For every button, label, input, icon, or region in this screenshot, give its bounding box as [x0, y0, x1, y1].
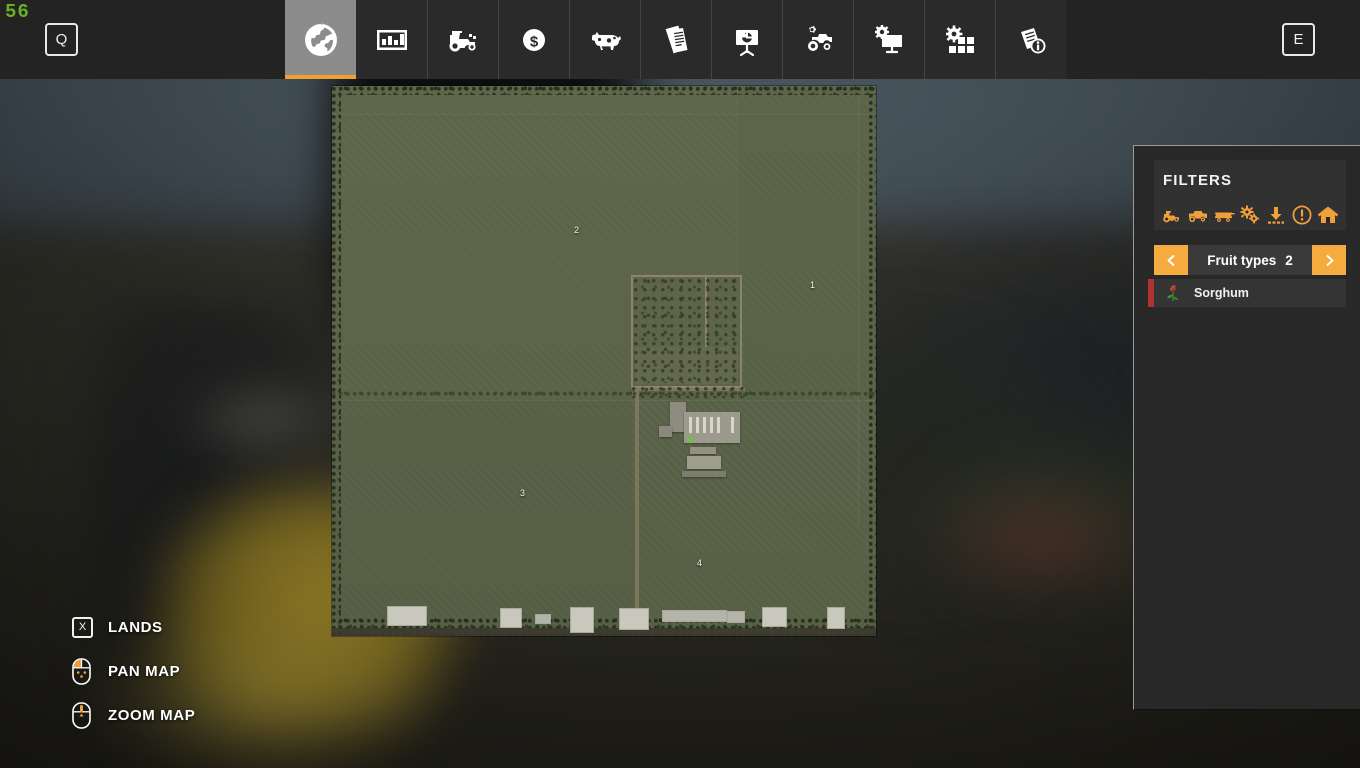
key-x[interactable]: X — [72, 616, 93, 638]
document-info-icon — [1012, 21, 1050, 59]
tab-general-settings[interactable] — [924, 0, 995, 79]
tab-production[interactable] — [711, 0, 782, 79]
map-shop-building — [570, 607, 594, 633]
documents-icon — [657, 21, 695, 59]
map-road-vertical — [635, 388, 639, 623]
fruit-type-count: 2 — [1285, 252, 1293, 268]
list-item[interactable]: Sorghum — [1148, 279, 1346, 307]
cow-icon — [586, 21, 624, 59]
map-shop-building — [619, 608, 649, 630]
tractor-filter-icon[interactable] — [1161, 204, 1183, 226]
building-window — [710, 417, 713, 433]
bar-chart-icon — [373, 21, 411, 59]
fruit-next-button[interactable] — [1312, 245, 1346, 275]
map-controls-help: X LANDS PAN MAP ZOOM MAP — [72, 612, 195, 730]
tab-strip: $ — [285, 0, 1066, 79]
map-field-area-1 — [737, 86, 876, 401]
map-shop-building — [387, 606, 427, 626]
help-label-lands: LANDS — [108, 618, 163, 636]
farm-map[interactable]: 1 2 3 4 — [332, 86, 876, 636]
blocks-gear-icon — [941, 21, 979, 59]
fruit-type-label: Fruit types 2 — [1188, 245, 1312, 275]
map-shop-building — [727, 611, 745, 623]
filters-title-box: FILTERS — [1154, 160, 1346, 200]
map-field-area-3 — [332, 401, 632, 636]
map-shed — [690, 447, 716, 454]
top-navigation-bar: 56 Q $ E — [0, 0, 1360, 79]
fruit-prev-button[interactable] — [1154, 245, 1188, 275]
harvester-filter-icon[interactable] — [1187, 204, 1209, 226]
map-bottom-road — [332, 628, 876, 636]
map-seam — [858, 86, 859, 526]
help-row-lands[interactable]: X LANDS — [72, 612, 195, 642]
building-window — [703, 417, 706, 433]
download-filter-icon[interactable] — [1265, 204, 1287, 226]
map-seam — [332, 114, 876, 115]
tab-game-settings[interactable] — [853, 0, 924, 79]
gears-filter-icon[interactable] — [1239, 204, 1261, 226]
map-player-marker — [688, 437, 693, 442]
map-field-number: 4 — [697, 558, 703, 568]
help-row-zoom-map[interactable]: ZOOM MAP — [72, 700, 195, 730]
globe-icon — [302, 21, 340, 59]
fruit-type-selector: Fruit types 2 — [1154, 245, 1346, 275]
mouse-left-button-icon — [72, 657, 91, 685]
map-shop-building — [535, 614, 551, 624]
map-shop-building — [500, 608, 522, 628]
tab-map[interactable] — [285, 0, 356, 79]
filters-panel: FILTERS Fruit types 2 Sorghum — [1133, 145, 1360, 710]
svg-text:$: $ — [530, 33, 539, 50]
trailer-filter-icon[interactable] — [1213, 204, 1235, 226]
mouse-scroll-wheel-icon — [72, 701, 91, 729]
map-field-number: 1 — [810, 280, 816, 290]
tab-vehicles[interactable] — [427, 0, 498, 79]
page-title: FILTERS — [1163, 171, 1233, 189]
map-field-number: 2 — [574, 225, 580, 235]
help-label-zoom-map: ZOOM MAP — [108, 706, 196, 724]
map-shed — [687, 456, 721, 469]
help-row-pan-map[interactable]: PAN MAP — [72, 656, 195, 686]
fruit-type-name: Fruit types — [1207, 252, 1277, 268]
tractor-gear-icon — [799, 21, 837, 59]
tab-contracts[interactable] — [640, 0, 711, 79]
map-seam — [332, 400, 876, 401]
building-window — [696, 417, 699, 433]
tab-statistics[interactable] — [356, 0, 427, 79]
map-shop-building — [762, 607, 787, 627]
sorghum-icon — [1163, 283, 1183, 303]
fps-counter: 56 — [5, 1, 30, 23]
easel-chart-icon — [728, 21, 766, 59]
building-window — [731, 417, 734, 433]
map-building — [659, 426, 672, 437]
map-shop-building — [662, 610, 727, 622]
building-window — [689, 417, 692, 433]
monitor-gear-icon — [870, 21, 908, 59]
house-filter-icon[interactable] — [1317, 204, 1339, 226]
next-page-key-e[interactable]: E — [1282, 23, 1315, 56]
map-field-number: 3 — [520, 488, 526, 498]
map-shop-building — [827, 607, 845, 629]
crop-color-swatch — [1148, 279, 1154, 307]
help-label-pan-map: PAN MAP — [108, 662, 181, 680]
crop-name: Sorghum — [1194, 286, 1249, 300]
tab-vehicle-config[interactable] — [782, 0, 853, 79]
map-shed — [682, 471, 726, 477]
map-compound-trees — [634, 278, 739, 383]
map-treeline — [632, 386, 747, 398]
building-window — [717, 417, 720, 433]
tractor-icon — [444, 21, 482, 59]
warning-filter-icon[interactable] — [1291, 204, 1313, 226]
filter-icon-row — [1154, 200, 1346, 230]
tab-help[interactable] — [995, 0, 1066, 79]
dollar-coin-icon: $ — [515, 21, 553, 59]
prev-page-key-q[interactable]: Q — [45, 23, 78, 56]
tab-animals[interactable] — [569, 0, 640, 79]
tab-finances[interactable]: $ — [498, 0, 569, 79]
